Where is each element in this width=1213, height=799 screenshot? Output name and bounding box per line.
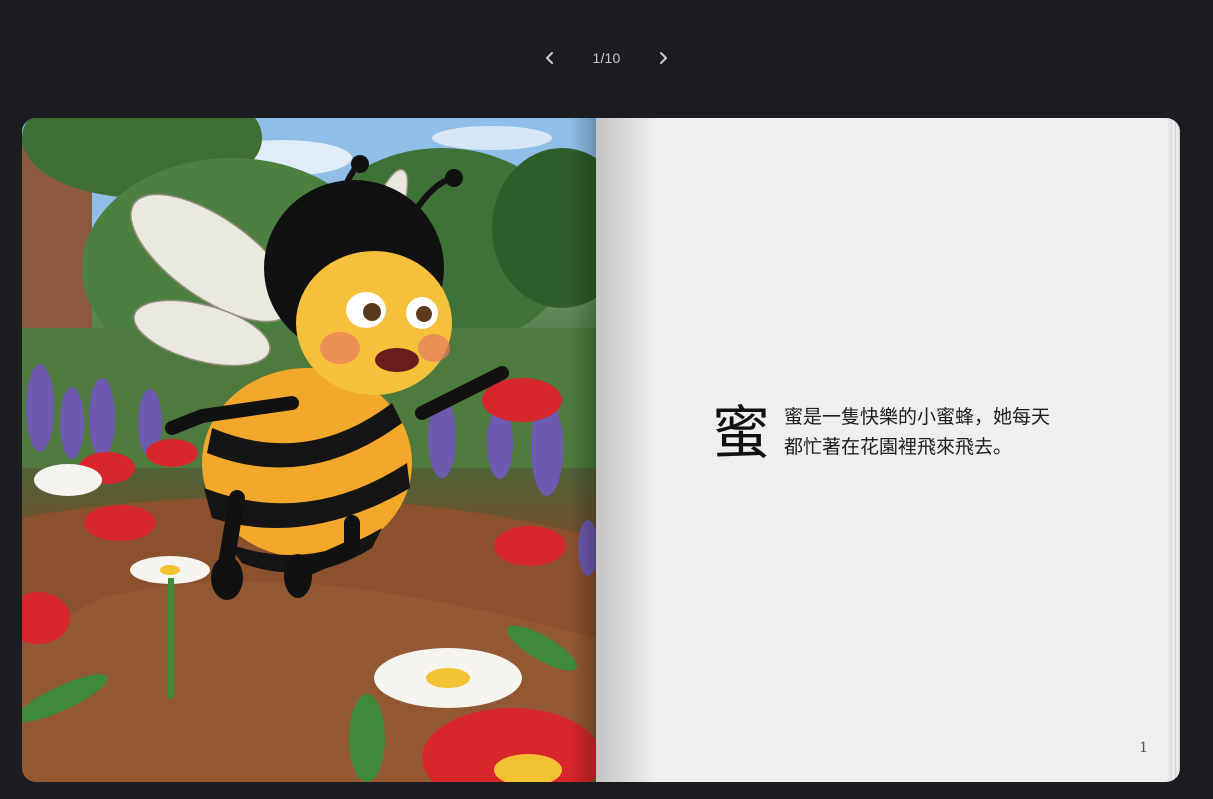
page-number: 1 [1139, 740, 1148, 756]
page-counter: 1/10 [592, 50, 621, 66]
page-navigator: 1/10 [0, 40, 1213, 76]
chevron-right-icon [659, 52, 667, 64]
illustration-page [22, 118, 596, 782]
chevron-left-icon [546, 52, 554, 64]
page-gutter-shadow [596, 118, 656, 782]
story-block: 蜜 蜜是一隻快樂的小蜜蜂，她每天都忙著在花園裡飛來飛去。 [712, 402, 1072, 464]
next-page-button[interactable] [649, 44, 677, 72]
drop-cap: 蜜 [712, 399, 771, 467]
text-page: 蜜 蜜是一隻快樂的小蜜蜂，她每天都忙著在花園裡飛來飛去。 1 [596, 118, 1180, 782]
bee-illustration [22, 118, 596, 782]
story-text: 蜜是一隻快樂的小蜜蜂，她每天都忙著在花園裡飛來飛去。 [784, 406, 1051, 458]
storybook: 蜜 蜜是一隻快樂的小蜜蜂，她每天都忙著在花園裡飛來飛去。 1 [22, 118, 1180, 782]
previous-page-button[interactable] [536, 44, 564, 72]
page-edges [1168, 118, 1180, 782]
